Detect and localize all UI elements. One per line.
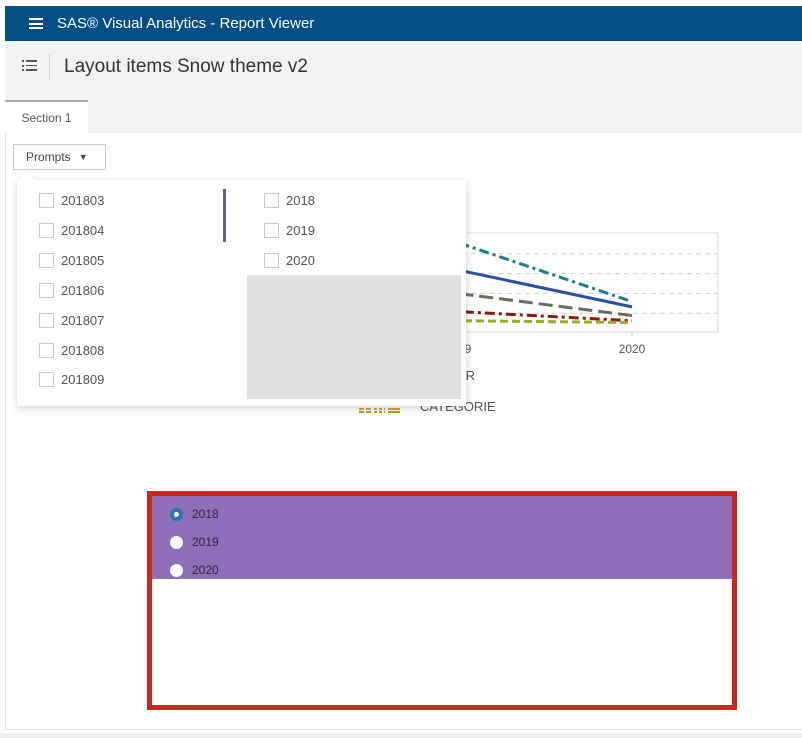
report-title: Layout items Snow theme v2 (64, 56, 308, 77)
radio-icon[interactable] (170, 563, 183, 577)
prompts-panel: 201803 201804 201805 201806 201807 20180… (17, 171, 466, 406)
checkbox-icon[interactable] (39, 223, 54, 238)
checkbox-icon[interactable] (39, 253, 54, 268)
hamburger-menu-icon[interactable] (29, 18, 43, 29)
checkbox-201804[interactable]: 201804 (39, 223, 104, 238)
radio-2018[interactable]: 2018 (170, 507, 219, 521)
report-toolbar: Layout items Snow theme v2 Section 1 (5, 41, 802, 133)
toolbar-divider (49, 54, 50, 80)
radio-group-band: 2018 2019 2020 (152, 496, 732, 579)
checkbox-icon[interactable] (264, 193, 279, 208)
caret-down-icon: ▼ (78, 152, 88, 162)
prompts-label: Prompts (26, 150, 71, 164)
radio-2019[interactable]: 2019 (170, 535, 219, 549)
radio-selected-icon[interactable] (170, 507, 183, 521)
checkbox-icon[interactable] (39, 343, 54, 358)
checkbox-201806[interactable]: 201806 (39, 283, 104, 298)
checkbox-201805[interactable]: 201805 (39, 253, 104, 268)
app-header: SAS® Visual Analytics - Report Viewer (5, 6, 802, 41)
checkbox-icon[interactable] (39, 193, 54, 208)
table-of-contents-icon[interactable] (22, 59, 38, 72)
checkbox-201807[interactable]: 201807 (39, 313, 104, 328)
list-scrollbar[interactable] (223, 189, 226, 242)
radio-icon[interactable] (170, 535, 183, 549)
checkbox-icon[interactable] (39, 283, 54, 298)
checkbox-icon[interactable] (264, 223, 279, 238)
checkbox-201809[interactable]: 201809 (39, 372, 104, 387)
status-strip (0, 733, 802, 738)
prompts-dropdown-button[interactable]: Prompts ▼ (13, 144, 106, 170)
checkbox-2020[interactable]: 2020 (264, 253, 315, 268)
checkbox-2018[interactable]: 2018 (264, 193, 315, 208)
radio-button-container: 2018 2019 2020 (147, 491, 737, 710)
tab-section-1[interactable]: Section 1 (5, 100, 88, 133)
checkbox-icon[interactable] (39, 313, 54, 328)
checkbox-201808[interactable]: 201808 (39, 343, 104, 358)
radio-2020[interactable]: 2020 (170, 563, 219, 577)
app-title: SAS® Visual Analytics - Report Viewer (57, 15, 315, 32)
empty-placeholder-panel (247, 275, 461, 399)
checkbox-icon[interactable] (264, 253, 279, 268)
checkbox-2019[interactable]: 2019 (264, 223, 315, 238)
checkbox-icon[interactable] (39, 372, 54, 387)
checkbox-201803[interactable]: 201803 (39, 193, 104, 208)
